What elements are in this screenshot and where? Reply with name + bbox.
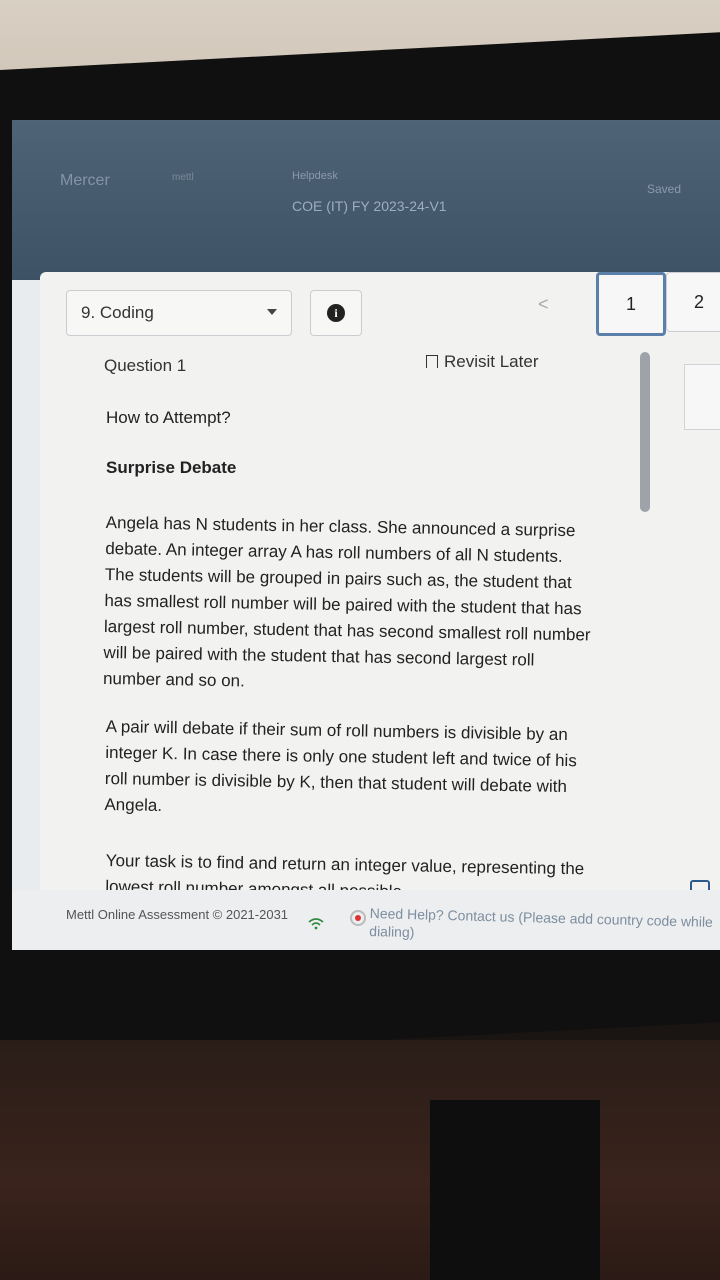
test-name: COE (IT) FY 2023-24-V1: [292, 198, 447, 214]
footer: Mettl Online Assessment © 2021-2031 Need…: [12, 890, 720, 950]
brand-sub-logo: mettl: [172, 172, 194, 183]
question-number-2[interactable]: 2: [666, 272, 720, 332]
previous-question-icon[interactable]: <: [538, 294, 549, 315]
brand-logo: Mercer: [60, 172, 110, 189]
wifi-icon: [308, 918, 324, 930]
section-dropdown[interactable]: 9. Coding: [66, 290, 292, 336]
app-header: Mercer mettl Helpdesk COE (IT) FY 2023-2…: [12, 120, 720, 280]
question-title: Question 1: [104, 356, 187, 375]
revisit-later-label: Revisit Later: [444, 352, 539, 371]
section-label: 9. Coding: [81, 303, 154, 322]
monitor-stand: [430, 1100, 600, 1280]
status-dot-icon: [350, 910, 366, 926]
question-panel: 9. Coding i < 1 2 Question 1 Revisit Lat…: [40, 272, 720, 950]
how-to-attempt-link[interactable]: How to Attempt?: [106, 408, 231, 428]
problem-paragraph-2: A pair will debate if their sum of roll …: [104, 716, 577, 815]
question-content: Question 1 Revisit Later How to Attempt?…: [40, 342, 680, 902]
problem-title: Surprise Debate: [106, 458, 237, 477]
question-number-1[interactable]: 1: [596, 272, 666, 336]
bookmark-icon: [426, 355, 438, 368]
copyright-text: Mettl Online Assessment © 2021-2031: [66, 907, 289, 922]
desk-surface: [0, 1040, 720, 1280]
revisit-later-button[interactable]: Revisit Later: [426, 352, 538, 372]
monitor-screen: Mercer mettl Helpdesk COE (IT) FY 2023-2…: [12, 120, 720, 950]
help-contact-link[interactable]: Need Help? Contact us (Please add countr…: [369, 904, 720, 949]
info-icon: i: [327, 304, 345, 322]
chevron-down-icon: [267, 309, 277, 315]
test-title: Helpdesk: [292, 170, 338, 182]
info-button[interactable]: i: [310, 290, 362, 336]
problem-paragraph-1: Angela has N students in her class. She …: [102, 512, 591, 691]
code-editor-panel[interactable]: [684, 364, 720, 430]
question-scrollbar[interactable]: [640, 352, 650, 512]
saved-status: Saved: [647, 182, 682, 196]
